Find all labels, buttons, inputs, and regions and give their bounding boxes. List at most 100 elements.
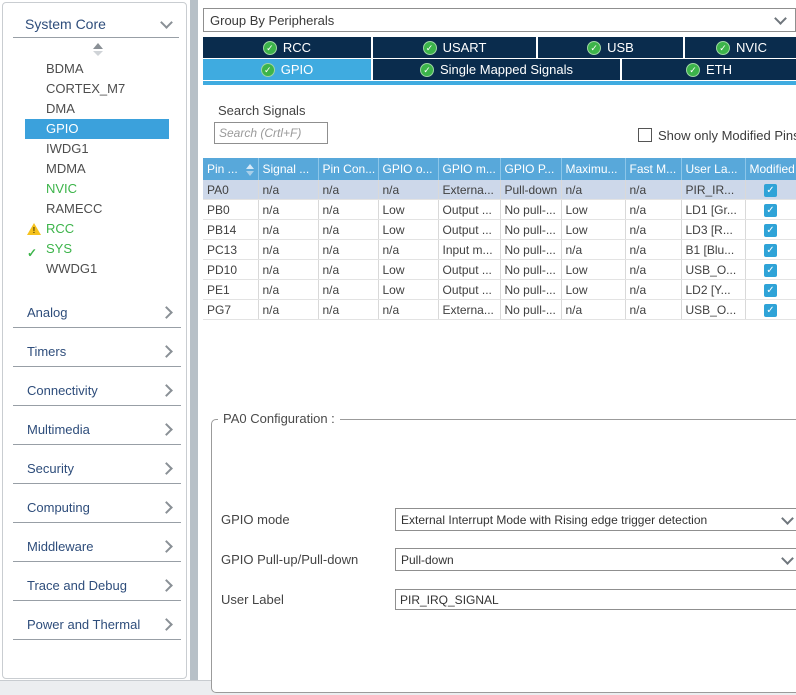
check-circle-icon (261, 63, 275, 77)
table-row-pb0[interactable]: PB0n/an/aLowOutput ...No pull-...Lown/aL… (203, 200, 796, 220)
sidebar-item-label: RCC (46, 221, 74, 236)
table-cell: B1 [Blu... (681, 240, 745, 260)
config-row-gpio-mode: GPIO modeExternal Interrupt Mode with Ri… (221, 508, 796, 531)
sort-icon (246, 164, 255, 176)
modified-checkbox[interactable] (764, 224, 777, 237)
group-by-value: Group By Peripherals (204, 13, 334, 28)
table-cell: PG7 (203, 300, 258, 320)
table-cell: n/a (318, 300, 378, 320)
tab-rcc[interactable]: RCC (203, 37, 371, 58)
table-cell: PB14 (203, 220, 258, 240)
column-header-signal-[interactable]: Signal ... (258, 158, 318, 180)
sidebar-item-dma[interactable]: DMA (3, 99, 186, 119)
tab-nvic[interactable]: NVIC (685, 37, 796, 58)
table-cell: No pull-... (500, 260, 561, 280)
sidebar-item-label: GPIO (46, 121, 79, 136)
column-header-gpio-p-[interactable]: GPIO P... (500, 158, 561, 180)
sidebar-category-middleware[interactable]: Middleware (13, 531, 181, 562)
user-label-input[interactable] (395, 589, 796, 610)
table-row-pc13[interactable]: PC13n/an/an/aInput m...No pull-...n/an/a… (203, 240, 796, 260)
modified-checkbox[interactable] (764, 284, 777, 297)
column-header-maximu-[interactable]: Maximu... (561, 158, 625, 180)
table-row-pe1[interactable]: PE1n/an/aLowOutput ...No pull-...Lown/aL… (203, 280, 796, 300)
sidebar-category-multimedia[interactable]: Multimedia (13, 414, 181, 445)
category-label: Computing (13, 500, 90, 515)
modified-checkbox[interactable] (764, 264, 777, 277)
column-header-gpio-o-[interactable]: GPIO o... (378, 158, 438, 180)
table-cell: n/a (378, 240, 438, 260)
table-cell: Externa... (438, 180, 500, 200)
sidebar-category-timers[interactable]: Timers (13, 336, 181, 367)
tab-gpio[interactable]: GPIO (203, 59, 371, 80)
pin-configuration-title: PA0 Configuration : (218, 411, 340, 426)
table-cell-modified (745, 180, 796, 200)
sidebar-item-gpio[interactable]: GPIO (25, 119, 169, 139)
chevron-right-icon (160, 618, 173, 631)
gpio-mode-select[interactable]: External Interrupt Mode with Rising edge… (395, 508, 796, 531)
list-scroll-up-indicator[interactable] (92, 43, 104, 55)
sidebar-category-computing[interactable]: Computing (13, 492, 181, 523)
show-only-modified-checkbox[interactable] (638, 128, 652, 142)
sidebar-item-label: BDMA (46, 61, 84, 76)
table-cell: n/a (258, 260, 318, 280)
config-row-user-label: User Label (221, 588, 796, 611)
sidebar-item-bdma[interactable]: BDMA (3, 59, 186, 79)
tab-usart[interactable]: USART (373, 37, 536, 58)
table-cell: Input m... (438, 240, 500, 260)
table-cell: Low (378, 200, 438, 220)
sidebar-item-rcc[interactable]: ! RCC (3, 219, 186, 239)
table-cell: No pull-... (500, 280, 561, 300)
column-header-pin-[interactable]: Pin ... (203, 158, 258, 180)
chevron-right-icon (160, 462, 173, 475)
sidebar-item-wwdg1[interactable]: WWDG1 (3, 259, 186, 279)
table-row-pg7[interactable]: PG7n/an/an/aExterna...No pull-...n/an/aU… (203, 300, 796, 320)
panel-divider[interactable] (190, 0, 198, 680)
table-cell: USB_O... (681, 260, 745, 280)
sidebar-header-label: System Core (13, 16, 106, 32)
chevron-down-icon (160, 16, 173, 29)
warning-icon: ! (27, 223, 41, 235)
gpio-pull-select[interactable]: Pull-down (395, 548, 796, 571)
table-cell: No pull-... (500, 240, 561, 260)
chevron-down-icon (774, 12, 787, 25)
sidebar-item-label: NVIC (46, 181, 77, 196)
table-row-pa0[interactable]: PA0n/an/an/aExterna...Pull-downn/an/aPIR… (203, 180, 796, 200)
sidebar-category-trace-and-debug[interactable]: Trace and Debug (13, 570, 181, 601)
chevron-down-icon (781, 512, 794, 525)
table-cell: Low (378, 260, 438, 280)
tab-eth[interactable]: ETH (622, 59, 796, 80)
table-row-pb14[interactable]: PB14n/an/aLowOutput ...No pull-...Lown/a… (203, 220, 796, 240)
column-header-pin-con-[interactable]: Pin Con... (318, 158, 378, 180)
modified-checkbox[interactable] (764, 304, 777, 317)
column-header-label: Modified (750, 162, 795, 176)
column-header-modified[interactable]: Modified (745, 158, 796, 180)
table-cell: No pull-... (500, 220, 561, 240)
table-row-pd10[interactable]: PD10n/an/aLowOutput ...No pull-...Lown/a… (203, 260, 796, 280)
search-input[interactable] (214, 122, 328, 144)
sidebar-category-analog[interactable]: Analog (13, 297, 181, 328)
column-header-user-la-[interactable]: User La... (681, 158, 745, 180)
sidebar-item-ramecc[interactable]: RAMECC (3, 199, 186, 219)
table-cell: n/a (318, 200, 378, 220)
sidebar-item-mdma[interactable]: MDMA (3, 159, 186, 179)
group-by-select[interactable]: Group By Peripherals (203, 8, 796, 32)
tab-label: USB (607, 40, 634, 55)
sidebar-item-nvic[interactable]: NVIC (3, 179, 186, 199)
sidebar-item-iwdg1[interactable]: IWDG1 (3, 139, 186, 159)
column-header-gpio-m-[interactable]: GPIO m... (438, 158, 500, 180)
modified-checkbox[interactable] (764, 184, 777, 197)
search-signals-label: Search Signals (218, 103, 305, 118)
sidebar-header-system-core[interactable]: System Core (13, 11, 179, 38)
sidebar-item-cortex-m7[interactable]: CORTEX_M7 (3, 79, 186, 99)
tab-single-mapped-signals[interactable]: Single Mapped Signals (373, 59, 620, 80)
sidebar-category-connectivity[interactable]: Connectivity (13, 375, 181, 406)
modified-checkbox[interactable] (764, 204, 777, 217)
sidebar-item-sys[interactable]: ✓SYS (3, 239, 186, 259)
check-circle-icon (686, 63, 700, 77)
modified-checkbox[interactable] (764, 244, 777, 257)
sidebar-category-power-and-thermal[interactable]: Power and Thermal (13, 609, 181, 640)
sidebar-category-security[interactable]: Security (13, 453, 181, 484)
sidebar-item-label: MDMA (46, 161, 86, 176)
column-header-fast-m-[interactable]: Fast M... (625, 158, 681, 180)
tab-usb[interactable]: USB (538, 37, 683, 58)
